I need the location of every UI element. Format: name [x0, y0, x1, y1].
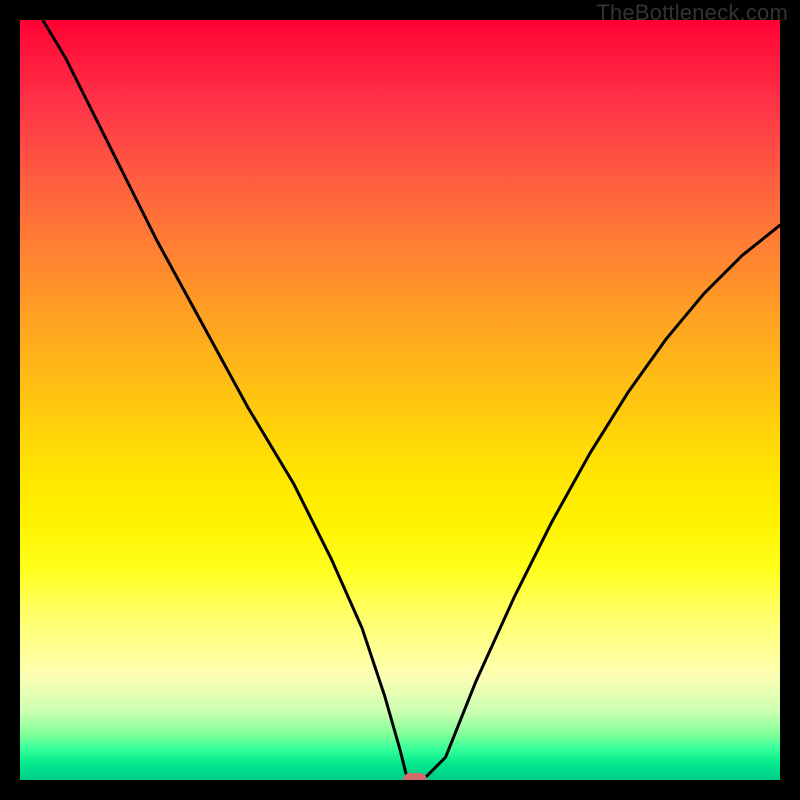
plot-area: [20, 20, 780, 780]
bottleneck-curve: [20, 20, 780, 780]
chart-frame: TheBottleneck.com: [0, 0, 800, 800]
optimal-point-marker: [403, 773, 427, 780]
